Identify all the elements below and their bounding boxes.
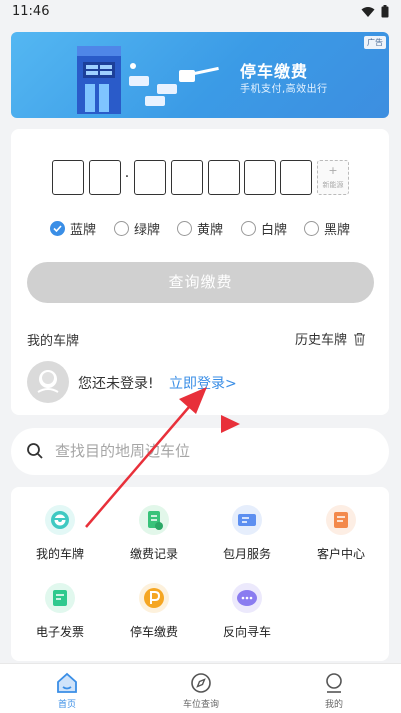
plate-char-7[interactable] <box>280 160 312 195</box>
new-energy-plate-button[interactable]: + 新能源 <box>317 160 349 195</box>
customer-service-icon <box>326 505 356 535</box>
tab-home[interactable]: 首页 <box>0 667 134 711</box>
plate-query-card: · + 新能源 蓝牌 绿牌 黄牌 白牌 黑牌 查询缴费 我的车牌 历史车牌 您还… <box>11 129 389 415</box>
plate-color-options: 蓝牌 绿牌 黄牌 白牌 黑牌 <box>50 218 360 238</box>
my-plate-title: 我的车牌 <box>27 334 80 349</box>
service-find-car[interactable]: 反向寻车 <box>200 583 294 645</box>
battery-icon <box>381 5 389 18</box>
plate-separator: · <box>124 169 130 185</box>
not-logged-in-text: 您还未登录! <box>78 376 154 392</box>
invoice-icon <box>45 583 75 613</box>
avatar[interactable] <box>27 361 69 403</box>
wifi-icon <box>361 6 375 17</box>
tab-space-query[interactable]: 车位查询 <box>134 667 268 711</box>
compass-icon <box>191 673 211 693</box>
plate-char-6[interactable] <box>244 160 276 195</box>
banner-subtitle: 手机支付,高效出行 <box>240 84 328 95</box>
plate-color-black[interactable]: 黑牌 <box>304 218 350 238</box>
banner-title: 停车缴费 <box>240 62 309 81</box>
search-icon <box>27 443 43 459</box>
plate-char-2[interactable] <box>89 160 121 195</box>
tab-label: 首页 <box>57 700 76 710</box>
service-parking-payment[interactable]: 停车缴费 <box>107 583 201 645</box>
history-plates-button[interactable]: 历史车牌 <box>295 329 366 348</box>
plate-char-1[interactable] <box>52 160 84 195</box>
status-icons <box>361 5 389 18</box>
radio-icon <box>114 220 129 236</box>
receipt-icon <box>139 505 169 535</box>
service-payment-records[interactable]: 缴费记录 <box>107 505 201 567</box>
radio-icon <box>241 220 256 236</box>
user-icon <box>326 673 342 693</box>
plate-color-label: 白牌 <box>261 222 288 238</box>
service-label: 电子发票 <box>35 625 84 639</box>
status-bar: 11:46 <box>0 0 401 24</box>
radio-icon <box>304 220 319 236</box>
home-icon <box>57 672 77 693</box>
search-input[interactable] <box>55 438 355 464</box>
ad-banner[interactable]: 广告 停车缴费 手机支付,高效出行 <box>11 32 389 118</box>
plate-color-label: 黄牌 <box>197 222 224 238</box>
service-label: 缴费记录 <box>129 547 178 561</box>
ad-badge: 广告 <box>364 36 386 49</box>
service-label: 反向寻车 <box>222 625 271 639</box>
query-payment-button[interactable]: 查询缴费 <box>27 262 374 303</box>
plate-color-label: 绿牌 <box>134 222 161 238</box>
plate-color-label: 黑牌 <box>324 222 351 238</box>
plate-color-blue[interactable]: 蓝牌 <box>50 218 96 238</box>
tab-label: 车位查询 <box>182 700 219 710</box>
plate-char-3[interactable] <box>134 160 166 195</box>
radio-icon <box>177 220 192 236</box>
service-grid: 我的车牌 缴费记录 包月服务 客户中心 电子发票 停车缴费 反向寻车 <box>11 487 389 661</box>
bottom-tab-bar: 首页 车位查询 我的 <box>0 663 401 713</box>
service-e-invoice[interactable]: 电子发票 <box>13 583 107 645</box>
plate-color-yellow[interactable]: 黄牌 <box>177 218 223 238</box>
plate-char-4[interactable] <box>171 160 203 195</box>
find-car-icon <box>232 583 262 613</box>
plate-color-green[interactable]: 绿牌 <box>114 218 160 238</box>
parking-lot-illustration <box>77 46 219 114</box>
tab-mine[interactable]: 我的 <box>267 667 401 711</box>
plate-char-5[interactable] <box>208 160 240 195</box>
service-label: 客户中心 <box>316 547 365 561</box>
plate-color-label: 蓝牌 <box>70 222 97 238</box>
service-label: 停车缴费 <box>129 625 178 639</box>
login-link[interactable]: 立即登录> <box>169 373 237 393</box>
new-energy-label: 新能源 <box>322 181 344 189</box>
service-label: 我的车牌 <box>35 547 84 561</box>
steering-wheel-icon <box>45 505 75 535</box>
trash-icon[interactable] <box>353 332 366 346</box>
service-monthly[interactable]: 包月服务 <box>200 505 294 567</box>
history-plates-label: 历史车牌 <box>294 333 347 348</box>
monthly-ticket-icon <box>232 505 262 535</box>
plus-icon: + <box>328 164 338 177</box>
status-time: 11:46 <box>12 4 50 19</box>
radio-checked-icon <box>50 220 65 236</box>
service-customer-center[interactable]: 客户中心 <box>294 505 388 567</box>
tab-label: 我的 <box>324 700 343 710</box>
parking-icon <box>139 583 169 613</box>
service-label: 包月服务 <box>222 547 271 561</box>
plate-color-white[interactable]: 白牌 <box>241 218 287 238</box>
service-my-plate[interactable]: 我的车牌 <box>13 505 107 567</box>
search-bar[interactable] <box>11 428 389 475</box>
